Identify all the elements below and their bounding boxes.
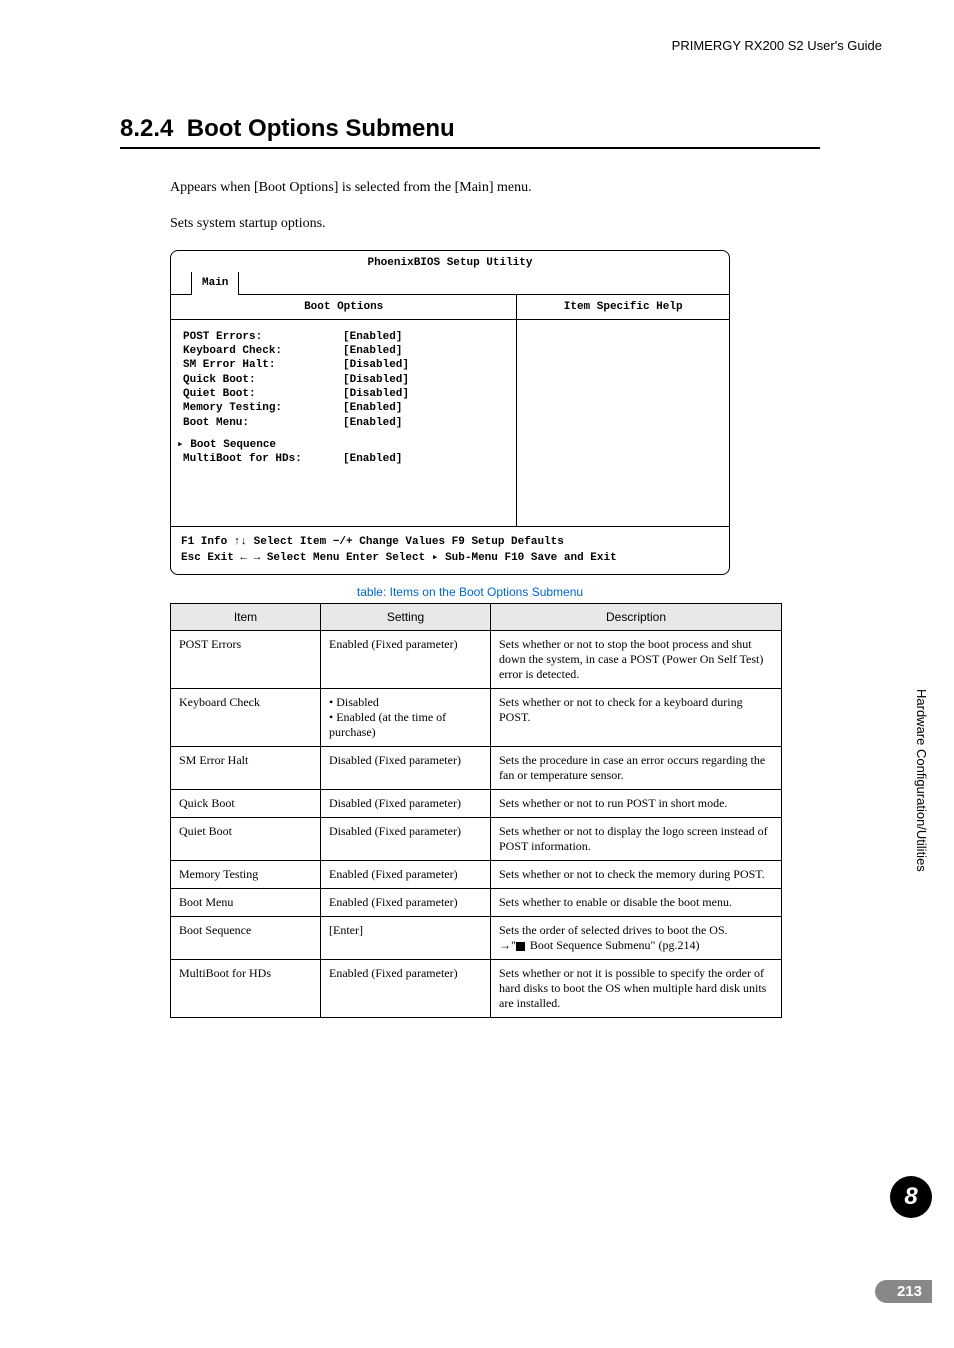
bios-row: Keyboard Check:[Enabled] <box>183 344 504 358</box>
bios-left-header: Boot Options <box>171 295 517 319</box>
intro-line-1: Appears when [Boot Options] is selected … <box>170 177 820 199</box>
intro-line-2: Sets system startup options. <box>170 213 820 235</box>
th-description: Description <box>491 604 782 631</box>
cell-item: Quick Boot <box>171 790 321 818</box>
bios-tab-row: Main <box>171 273 729 295</box>
bios-row: Boot Menu:[Enabled] <box>183 416 504 430</box>
bios-screenshot: PhoenixBIOS Setup Utility Main Boot Opti… <box>170 250 730 575</box>
table-row: SM Error HaltDisabled (Fixed parameter)S… <box>171 747 782 790</box>
table-row: Boot MenuEnabled (Fixed parameter)Sets w… <box>171 889 782 917</box>
cell-setting: Disabled (Fixed parameter) <box>321 747 491 790</box>
cell-item: Memory Testing <box>171 861 321 889</box>
bios-body: POST Errors:[Enabled] Keyboard Check:[En… <box>171 320 729 528</box>
bios-subheading: ▸ Boot Sequence <box>177 438 504 452</box>
doc-header: PRIMERGY RX200 S2 User's Guide <box>672 38 882 53</box>
table-row: Keyboard Check• Disabled • Enabled (at t… <box>171 689 782 747</box>
cell-description: Sets whether or not to check for a keybo… <box>491 689 782 747</box>
cell-description: Sets whether or not to stop the boot pro… <box>491 631 782 689</box>
cell-setting: Disabled (Fixed parameter) <box>321 790 491 818</box>
cell-setting: Enabled (Fixed parameter) <box>321 960 491 1018</box>
cell-description: Sets whether to enable or disable the bo… <box>491 889 782 917</box>
bios-row: POST Errors:[Enabled] <box>183 330 504 344</box>
cell-setting: Enabled (Fixed parameter) <box>321 631 491 689</box>
bios-help-pane <box>517 320 729 527</box>
th-item: Item <box>171 604 321 631</box>
bios-row: Quiet Boot:[Disabled] <box>183 387 504 401</box>
table-caption: table: Items on the Boot Options Submenu <box>170 585 770 599</box>
bios-row: Memory Testing:[Enabled] <box>183 401 504 415</box>
cell-item: Keyboard Check <box>171 689 321 747</box>
cell-item: MultiBoot for HDs <box>171 960 321 1018</box>
cell-description: Sets whether or not to check the memory … <box>491 861 782 889</box>
cell-description: Sets whether or not it is possible to sp… <box>491 960 782 1018</box>
cell-description: Sets whether or not to run POST in short… <box>491 790 782 818</box>
page-number: 213 <box>875 1280 932 1303</box>
section-heading: 8.2.4 Boot Options Submenu <box>120 115 820 143</box>
bios-row: SM Error Halt:[Disabled] <box>183 358 504 372</box>
table-row: POST ErrorsEnabled (Fixed parameter)Sets… <box>171 631 782 689</box>
cell-item: SM Error Halt <box>171 747 321 790</box>
table-row: Boot Sequence[Enter]Sets the order of se… <box>171 917 782 960</box>
chapter-badge: 8 <box>890 1176 932 1218</box>
table-row: Quiet BootDisabled (Fixed parameter)Sets… <box>171 818 782 861</box>
cell-item: POST Errors <box>171 631 321 689</box>
cell-description: Sets the procedure in case an error occu… <box>491 747 782 790</box>
cell-item: Boot Sequence <box>171 917 321 960</box>
bios-utility-title: PhoenixBIOS Setup Utility <box>171 251 729 273</box>
cell-item: Boot Menu <box>171 889 321 917</box>
bios-tab-main: Main <box>191 272 239 295</box>
bios-settings-pane: POST Errors:[Enabled] Keyboard Check:[En… <box>171 320 516 527</box>
bios-footer-line2: Esc Exit ← → Select Menu Enter Select ▸ … <box>181 551 719 566</box>
square-bullet-icon <box>516 942 525 951</box>
cell-setting: Disabled (Fixed parameter) <box>321 818 491 861</box>
bios-footer-line1: F1 Info ↑↓ Select Item −/+ Change Values… <box>181 535 719 550</box>
cell-setting: Enabled (Fixed parameter) <box>321 889 491 917</box>
cell-setting: Enabled (Fixed parameter) <box>321 861 491 889</box>
heading-rule <box>120 147 820 149</box>
section-number: 8.2.4 <box>120 115 173 142</box>
bios-footer: F1 Info ↑↓ Select Item −/+ Change Values… <box>171 527 729 574</box>
cell-setting: [Enter] <box>321 917 491 960</box>
section-title-text: Boot Options Submenu <box>187 115 455 142</box>
sidebar-chapter-label: Hardware Configuration/Utilities <box>914 640 929 920</box>
table-row: Memory TestingEnabled (Fixed parameter)S… <box>171 861 782 889</box>
cell-setting: • Disabled • Enabled (at the time of pur… <box>321 689 491 747</box>
options-table: Item Setting Description POST ErrorsEnab… <box>170 603 782 1018</box>
cell-description: Sets the order of selected drives to boo… <box>491 917 782 960</box>
bios-right-header: Item Specific Help <box>517 295 729 319</box>
cell-item: Quiet Boot <box>171 818 321 861</box>
th-setting: Setting <box>321 604 491 631</box>
table-row: MultiBoot for HDsEnabled (Fixed paramete… <box>171 960 782 1018</box>
cell-description: Sets whether or not to display the logo … <box>491 818 782 861</box>
bios-row: Quick Boot:[Disabled] <box>183 373 504 387</box>
bios-row: MultiBoot for HDs:[Enabled] <box>183 452 504 466</box>
table-row: Quick BootDisabled (Fixed parameter)Sets… <box>171 790 782 818</box>
